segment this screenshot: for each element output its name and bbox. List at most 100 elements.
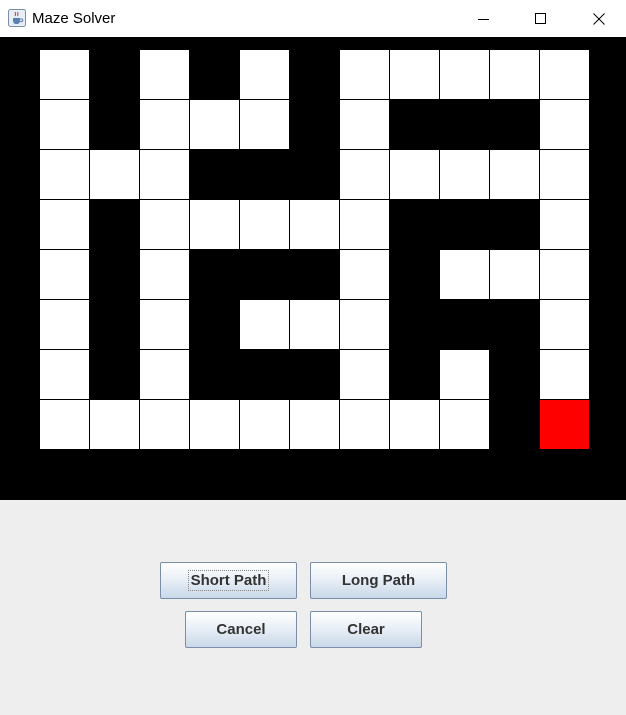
maze-cell-open — [540, 100, 590, 150]
maze-cell-open — [140, 150, 190, 200]
maze-cell-wall — [190, 350, 240, 400]
maze-cell-open — [390, 150, 440, 200]
maze-cell-open — [40, 100, 90, 150]
maze-cell-wall — [490, 200, 540, 250]
maze-cell-wall — [390, 200, 440, 250]
maze-cell-open — [190, 400, 240, 450]
maze-cell-open — [40, 300, 90, 350]
maze-grid — [40, 50, 590, 450]
maze-cell-open — [90, 400, 140, 450]
window-title: Maze Solver — [32, 10, 116, 27]
maze-cell-wall — [90, 350, 140, 400]
short-path-button[interactable]: Short Path — [160, 562, 297, 599]
maze-cell-wall — [490, 300, 540, 350]
maze-cell-wall — [490, 350, 540, 400]
maze-cell-open — [240, 200, 290, 250]
control-panel: Short Path Long Path Cancel Clear — [0, 500, 626, 715]
maze-cell-open — [40, 200, 90, 250]
maze-cell-open — [340, 50, 390, 100]
maze-cell-open — [140, 50, 190, 100]
maze-cell-open — [290, 300, 340, 350]
maze-cell-open — [140, 250, 190, 300]
maze-cell-wall — [290, 350, 340, 400]
maze-cell-wall — [190, 50, 240, 100]
minimize-icon — [478, 18, 489, 20]
maximize-icon — [535, 12, 546, 24]
maze-cell-wall — [190, 150, 240, 200]
maze-cell-open — [40, 50, 90, 100]
maze-cell-wall — [190, 250, 240, 300]
maze-cell-open — [140, 400, 190, 450]
maze-cell-wall — [240, 250, 290, 300]
maze-cell-open — [340, 100, 390, 150]
close-button[interactable] — [570, 0, 626, 37]
maze-cell-wall — [290, 150, 340, 200]
maze-cell-open — [390, 400, 440, 450]
maze-cell-open — [540, 200, 590, 250]
maze-cell-open — [240, 300, 290, 350]
maze-cell-open — [340, 350, 390, 400]
maze-cell-wall — [390, 350, 440, 400]
maze-cell-open — [340, 200, 390, 250]
maze-cell-open — [540, 50, 590, 100]
maze-cell-goal — [540, 400, 590, 450]
maze-cell-open — [140, 100, 190, 150]
maze-cell-wall — [290, 100, 340, 150]
maze-cell-wall — [240, 350, 290, 400]
maze-cell-open — [340, 250, 390, 300]
maze-cell-open — [290, 400, 340, 450]
maze-cell-open — [490, 50, 540, 100]
java-cup-icon — [8, 9, 26, 27]
maze-cell-open — [40, 250, 90, 300]
maze-cell-wall — [90, 50, 140, 100]
maze-cell-wall — [490, 400, 540, 450]
maze-cell-open — [90, 150, 140, 200]
maze-cell-wall — [290, 50, 340, 100]
maze-cell-open — [340, 150, 390, 200]
maze-cell-wall — [440, 200, 490, 250]
maximize-button[interactable] — [512, 0, 570, 37]
maze-cell-wall — [240, 150, 290, 200]
maze-cell-open — [540, 350, 590, 400]
long-path-button[interactable]: Long Path — [310, 562, 447, 599]
short-path-label: Short Path — [187, 570, 270, 591]
maze-cell-open — [540, 150, 590, 200]
maze-cell-open — [440, 50, 490, 100]
maze-cell-wall — [290, 250, 340, 300]
maze-cell-open — [540, 300, 590, 350]
maze-cell-wall — [90, 250, 140, 300]
maze-cell-wall — [440, 300, 490, 350]
maze-cell-wall — [90, 300, 140, 350]
maze-cell-open — [440, 250, 490, 300]
maze-cell-open — [290, 200, 340, 250]
maze-cell-open — [240, 50, 290, 100]
maze-cell-open — [440, 400, 490, 450]
maze-cell-open — [390, 50, 440, 100]
maze-cell-open — [340, 400, 390, 450]
maze-cell-open — [190, 100, 240, 150]
maze-cell-wall — [390, 100, 440, 150]
maze-cell-open — [440, 350, 490, 400]
maze-cell-open — [190, 200, 240, 250]
maze-cell-wall — [90, 100, 140, 150]
maze-cell-open — [240, 400, 290, 450]
close-icon — [593, 12, 605, 25]
maze-cell-wall — [90, 200, 140, 250]
cancel-button[interactable]: Cancel — [185, 611, 297, 648]
maze-cell-wall — [390, 300, 440, 350]
maze-cell-open — [140, 300, 190, 350]
maze-cell-open — [40, 400, 90, 450]
maze-cell-open — [340, 300, 390, 350]
maze-cell-open — [440, 150, 490, 200]
clear-button[interactable]: Clear — [310, 611, 422, 648]
maze-cell-wall — [390, 250, 440, 300]
maze-cell-open — [140, 350, 190, 400]
minimize-button[interactable] — [455, 0, 513, 37]
maze-cell-open — [490, 250, 540, 300]
maze-cell-open — [490, 150, 540, 200]
maze-panel — [0, 37, 626, 500]
maze-cell-open — [40, 350, 90, 400]
maze-cell-wall — [190, 300, 240, 350]
maze-cell-open — [40, 150, 90, 200]
maze-cell-wall — [490, 100, 540, 150]
